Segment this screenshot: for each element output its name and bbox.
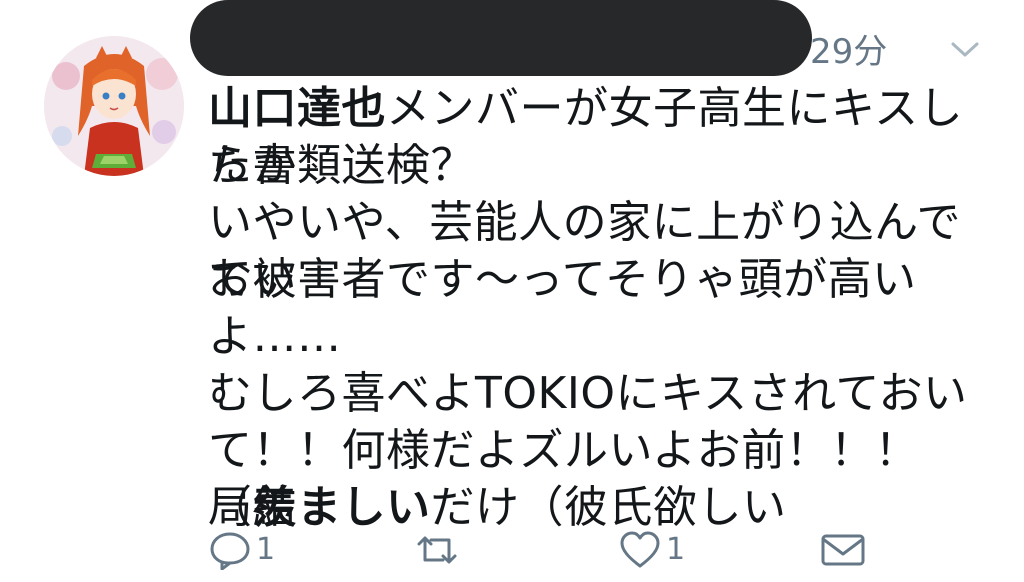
tweet-line: て被害者です〜ってそりゃ頭が高いよ…… xyxy=(208,251,998,362)
tweet-bold-text: 羨ましい xyxy=(252,482,431,533)
avatar[interactable] xyxy=(44,36,184,176)
anime-avatar-illustration xyxy=(44,36,184,176)
retweet-icon xyxy=(417,536,457,564)
tweet-text: 山口達也メンバーが女子高生にキスしたか ら書類送検？ いやいや、芸能人の家に上がり込… xyxy=(208,80,998,536)
tweet-actions: 1 1 xyxy=(208,528,888,572)
retweet-button[interactable] xyxy=(413,528,465,572)
tweet-text-segment: ら書類送検？ xyxy=(208,140,475,191)
reply-icon xyxy=(210,532,250,570)
tweet-text-segment: だけ（彼氏欲しい xyxy=(430,482,787,533)
tweet-line: いやいや、芸能人の家に上がり込んでおい xyxy=(208,194,998,305)
tweet-text-segment: 局 xyxy=(208,482,253,533)
like-button[interactable]: 1 xyxy=(618,528,685,572)
tweet-line: て！！何様だよズルいよお前！！！（結 xyxy=(208,422,998,533)
like-count: 1 xyxy=(666,532,686,567)
tweet-text-segment: むしろ喜べよTOKIOにキスされておい xyxy=(208,368,968,419)
redacted-username xyxy=(190,0,812,76)
tweet-timestamp[interactable]: 29分 xyxy=(810,32,887,72)
reply-count: 1 xyxy=(256,532,276,567)
direct-message-button[interactable] xyxy=(820,528,866,572)
envelope-icon xyxy=(821,534,865,566)
tweet-line: ら書類送検？ xyxy=(208,137,998,194)
tweet-line: むしろ喜べよTOKIOにキスされておい xyxy=(208,365,998,422)
reply-button[interactable]: 1 xyxy=(208,528,275,572)
heart-icon xyxy=(620,531,660,568)
tweet-line: 山口達也メンバーが女子高生にキスしたか xyxy=(208,80,998,191)
chevron-down-icon[interactable] xyxy=(950,38,980,60)
tweet-bold-text: 山口達也 xyxy=(208,83,386,134)
